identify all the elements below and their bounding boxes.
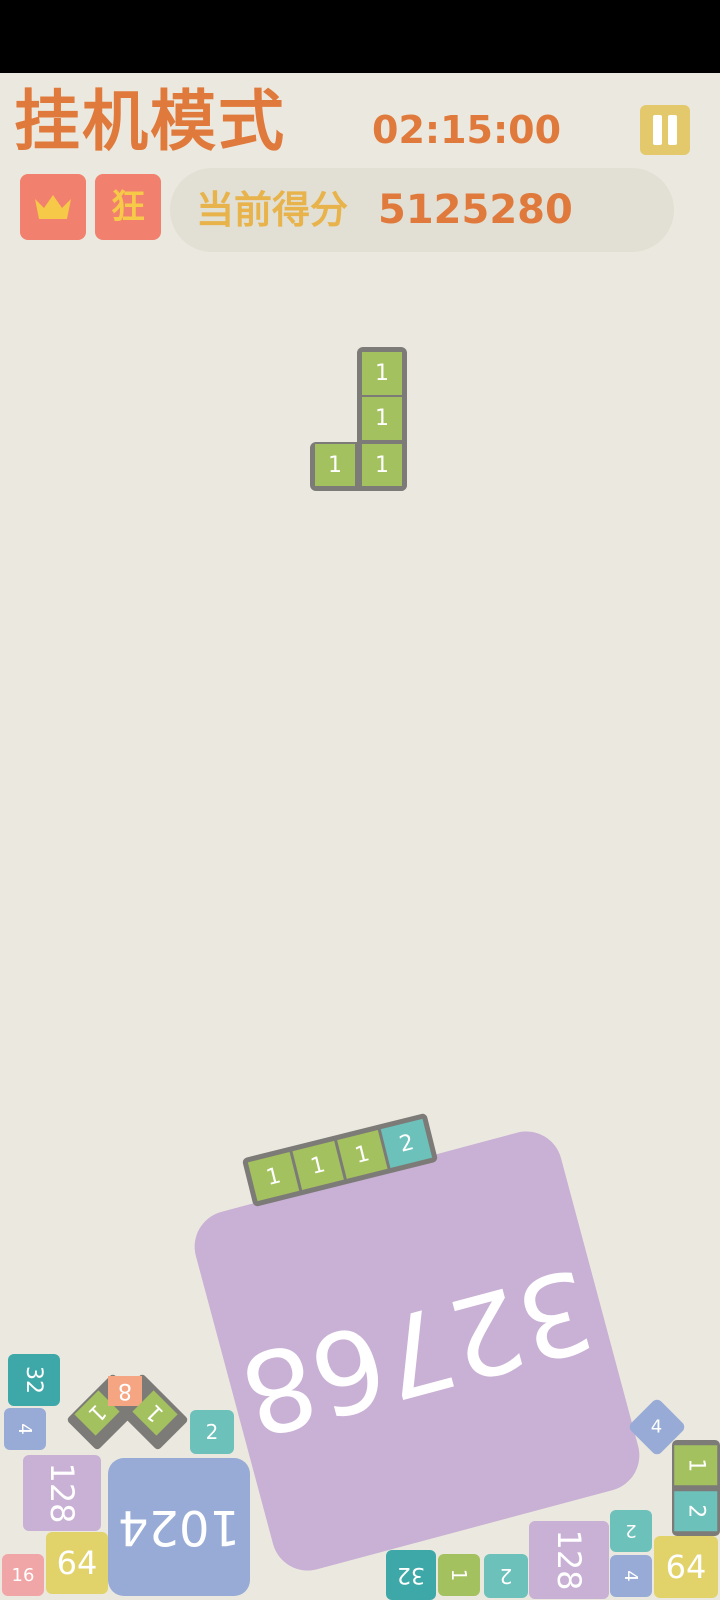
tile-2: 2	[610, 1510, 652, 1552]
bar-cell: 2	[381, 1118, 433, 1168]
pause-button[interactable]	[640, 105, 690, 155]
tile-value: 32768	[228, 1242, 606, 1460]
v-cell: 8	[108, 1376, 142, 1406]
falling-cell: 1	[315, 444, 355, 486]
score-value: 5125280	[378, 187, 573, 233]
right-piece-cell: 2	[674, 1490, 718, 1531]
falling-cell: 1	[362, 352, 402, 395]
mode-title: 挂机模式	[14, 83, 286, 160]
tile-128: 128	[529, 1521, 609, 1599]
tile-32: 32	[8, 1354, 60, 1406]
tile-16: 16	[2, 1554, 44, 1596]
tile-4: 4	[610, 1555, 652, 1597]
tile-64: 64	[46, 1532, 108, 1594]
score-label: 当前得分	[196, 188, 349, 232]
tile-1024: 1024	[108, 1458, 250, 1596]
tile-1: 1	[438, 1554, 480, 1596]
tile-4: 4	[4, 1408, 46, 1450]
falling-cell: 1	[362, 444, 402, 486]
tile-32: 32	[386, 1550, 436, 1600]
tile-2: 2	[190, 1410, 234, 1454]
crown-badge[interactable]	[20, 174, 86, 240]
bar-cell: 1	[247, 1152, 299, 1202]
right-piece: 1 2	[672, 1440, 720, 1536]
status-bar	[0, 0, 720, 73]
v-piece: 1 8 1	[62, 1362, 190, 1452]
crown-icon	[35, 195, 71, 219]
game-timer: 02:15:00	[372, 108, 562, 152]
frenzy-badge[interactable]: 狂	[95, 174, 161, 240]
score-panel: 当前得分 5125280	[170, 168, 674, 252]
tile-128: 128	[23, 1455, 101, 1531]
bar-cell: 1	[292, 1140, 344, 1191]
tile-64: 64	[654, 1536, 718, 1598]
falling-cell: 1	[362, 397, 402, 440]
tile-2: 2	[484, 1554, 528, 1598]
bar-cell: 1	[336, 1129, 388, 1180]
right-piece-cell: 1	[674, 1445, 718, 1486]
falling-piece[interactable]: 1 1 1 1	[310, 347, 407, 491]
